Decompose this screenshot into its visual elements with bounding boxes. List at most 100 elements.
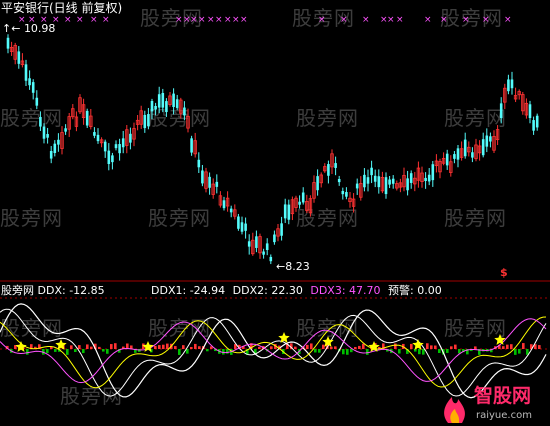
indicator-bar bbox=[354, 346, 357, 349]
indicator-bar bbox=[514, 349, 517, 355]
indicator-bar bbox=[26, 349, 29, 355]
signal-mark: × bbox=[64, 15, 72, 25]
candle-body bbox=[197, 159, 201, 168]
candle-body bbox=[93, 132, 96, 136]
indicator-bar bbox=[430, 345, 433, 349]
candle-body bbox=[535, 115, 539, 128]
candle-body bbox=[215, 181, 219, 187]
candle-body bbox=[6, 37, 10, 49]
indicator-line bbox=[0, 318, 547, 384]
candle-body bbox=[384, 177, 388, 195]
indicator-bar bbox=[502, 346, 505, 349]
candle-body bbox=[327, 164, 330, 176]
candle-body bbox=[118, 144, 121, 154]
indicator-bar bbox=[270, 346, 273, 349]
indicator-bar bbox=[398, 349, 401, 354]
candle-body bbox=[183, 107, 186, 116]
indicator-bar bbox=[190, 346, 193, 349]
candle-body bbox=[445, 153, 449, 166]
candle-body bbox=[485, 135, 489, 147]
candle-body bbox=[287, 204, 291, 220]
indicator-bar bbox=[438, 349, 441, 354]
indicator-bar bbox=[78, 345, 81, 349]
signal-mark: × bbox=[90, 15, 98, 25]
candle-body bbox=[111, 155, 114, 163]
indicator-bar bbox=[106, 349, 109, 354]
candle-body bbox=[388, 179, 391, 185]
signal-mark: × bbox=[340, 15, 348, 25]
candle-body bbox=[406, 178, 409, 191]
indicator-line bbox=[0, 316, 547, 389]
logo-url: raiyue.com bbox=[476, 410, 532, 421]
candle-body bbox=[355, 183, 359, 189]
indicator-bar bbox=[74, 349, 77, 352]
indicator-header: 股旁网 DDX: -12.85 bbox=[1, 284, 105, 297]
candle-body bbox=[507, 79, 510, 92]
indicator-bar bbox=[258, 346, 261, 349]
candle-body bbox=[143, 114, 147, 129]
candle-body bbox=[247, 241, 251, 247]
candle-body bbox=[489, 136, 492, 142]
indicator-bar bbox=[98, 346, 101, 349]
indicator-bar bbox=[422, 349, 425, 355]
candle-body bbox=[24, 64, 28, 81]
signal-mark: × bbox=[190, 15, 198, 25]
candle-body bbox=[409, 173, 413, 183]
ddx-value: -12.85 bbox=[69, 284, 105, 297]
indicator-bar bbox=[182, 345, 185, 349]
candle-body bbox=[240, 222, 244, 232]
indicator-bar bbox=[446, 349, 449, 353]
indicator-bar bbox=[418, 349, 421, 355]
star-icon bbox=[15, 341, 27, 352]
ddx1-value: -24.94 bbox=[189, 284, 226, 297]
ddx3-label: DDX3: bbox=[310, 284, 346, 297]
signal-mark: × bbox=[207, 15, 215, 25]
indicator-bar bbox=[110, 344, 113, 349]
candle-body bbox=[201, 170, 204, 184]
candle-body bbox=[280, 223, 283, 236]
indicator-bar bbox=[310, 343, 313, 349]
signal-mark: × bbox=[387, 15, 395, 25]
signal-mark: × bbox=[224, 15, 232, 25]
indicator-bar bbox=[394, 343, 397, 349]
candle-body bbox=[39, 116, 42, 127]
indicator-bar bbox=[162, 344, 165, 349]
signal-mark: × bbox=[396, 15, 404, 25]
indicator-bar bbox=[362, 343, 365, 349]
indicator-bar bbox=[334, 346, 337, 349]
pointer-icon: ↑← bbox=[2, 22, 21, 35]
signal-mark: × bbox=[504, 15, 512, 25]
candle-body bbox=[316, 176, 319, 191]
signal-mark: × bbox=[198, 15, 206, 25]
candle-body bbox=[273, 234, 276, 243]
candle-body bbox=[35, 97, 39, 106]
warning-label: 预警: bbox=[388, 284, 414, 297]
candle-body bbox=[129, 133, 132, 143]
candle-body bbox=[499, 103, 503, 119]
candle-body bbox=[337, 179, 341, 183]
candle-body bbox=[370, 167, 373, 176]
candle-body bbox=[42, 126, 46, 139]
candle-body bbox=[161, 92, 165, 108]
candle-body bbox=[57, 139, 60, 145]
indicator-bar bbox=[538, 345, 541, 349]
indicator-bar bbox=[350, 349, 353, 353]
signal-mark: × bbox=[215, 15, 223, 25]
indicator-bar bbox=[366, 349, 369, 355]
candle-body bbox=[345, 192, 348, 197]
indicator-bar bbox=[322, 344, 325, 349]
candlestick-series bbox=[6, 34, 539, 265]
candle-body bbox=[17, 51, 21, 64]
candle-body bbox=[424, 177, 427, 182]
signal-mark: × bbox=[76, 15, 84, 25]
candle-body bbox=[107, 150, 111, 164]
site-logo[interactable]: 智股网 raiyue.com bbox=[438, 383, 550, 426]
candle-body bbox=[262, 251, 265, 255]
chart-canvas[interactable]: × × × × × × × × × × × × × × × × × × × × × × × × × × × × bbox=[0, 0, 550, 426]
candle-body bbox=[175, 99, 179, 108]
signal-mark: × bbox=[102, 15, 110, 25]
candle-body bbox=[103, 141, 107, 152]
stock-chart-window: 股旁网 股旁网 股旁网 股旁网 股旁网 股旁网 股旁网 股旁网 股旁网 股旁网 … bbox=[0, 0, 550, 426]
candle-body bbox=[456, 148, 460, 160]
indicator-bar bbox=[318, 349, 321, 353]
